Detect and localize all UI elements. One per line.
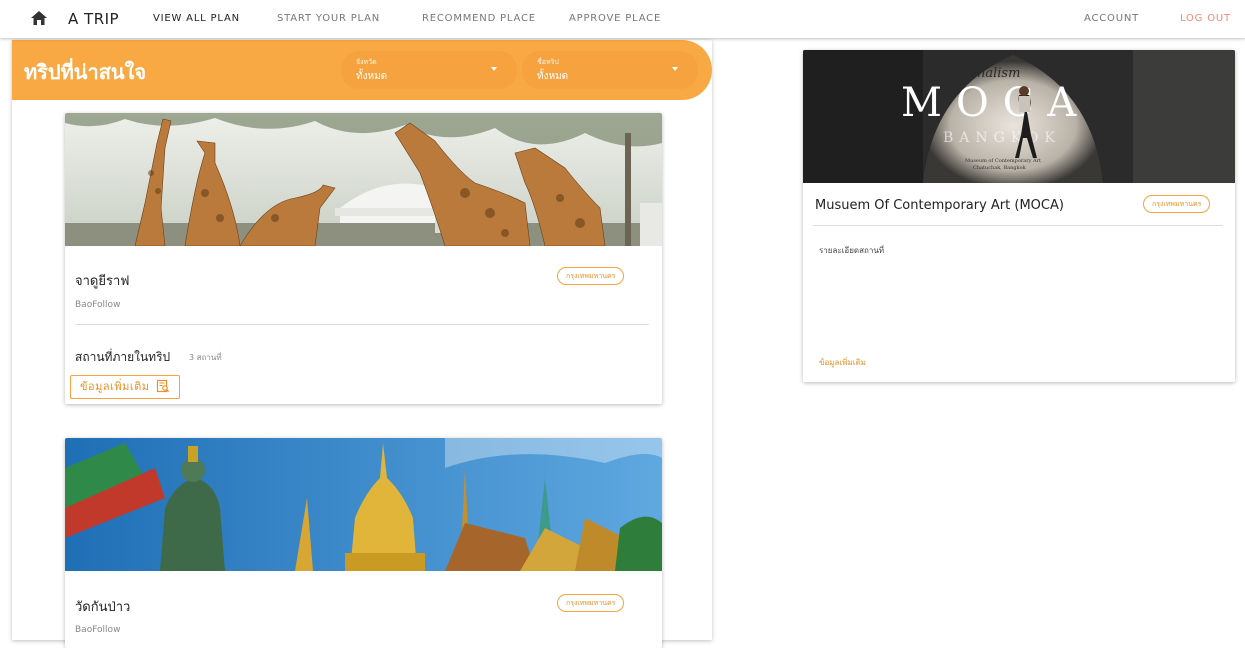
place-image-moca: Minimalism MOCA BANGKOK Museum of Contem… xyxy=(803,50,1235,183)
image-script-text: Minimalism xyxy=(942,66,1020,81)
home-icon[interactable] xyxy=(30,10,48,26)
image-city-text: BANGKOK xyxy=(943,130,1061,146)
province-chip: กรุงเทพมหานคร xyxy=(557,594,625,612)
trip-owner: BaoFollow xyxy=(75,625,121,635)
chevron-down-icon xyxy=(672,67,678,71)
image-caption-1: Museum of Contemporary Art xyxy=(965,158,1041,164)
card-divider xyxy=(75,324,649,325)
nav-account[interactable]: ACCOUNT xyxy=(1084,13,1139,24)
trip-image-giraffe xyxy=(65,113,662,246)
nav-logout[interactable]: LOG OUT xyxy=(1180,13,1231,24)
trip-owner: BaoFollow xyxy=(75,300,121,310)
province-select-value: ทั้งหมด xyxy=(356,71,388,82)
trip-name-select-label: ชื่อทริป xyxy=(537,58,559,66)
card-divider xyxy=(813,225,1223,226)
trip-card: จาดูยีราฟ กรุงเทพมหานคร BaoFollow สถานที… xyxy=(65,113,662,404)
province-select[interactable]: จังหวัด ทั้งหมด xyxy=(341,51,517,89)
top-navigation-bar: A TRIP VIEW ALL PLAN START YOUR PLAN REC… xyxy=(0,0,1245,38)
province-chip: กรุงเทพมหานคร xyxy=(1143,195,1211,213)
place-title: Musuem Of Contemporary Art (MOCA) xyxy=(815,198,1064,213)
province-select-label: จังหวัด xyxy=(356,58,377,66)
more-info-link[interactable]: ข้อมูลเพิ่มเติม xyxy=(819,356,866,369)
brand-name[interactable]: A TRIP xyxy=(68,10,119,28)
province-chip: กรุงเทพมหานคร xyxy=(557,267,625,285)
places-label: สถานที่ภายในทริป xyxy=(75,350,171,364)
places-count: 3 สถานที่ xyxy=(189,353,222,362)
nav-recommend-place[interactable]: RECOMMEND PLACE xyxy=(422,13,536,24)
trip-image-temple xyxy=(65,438,662,571)
trip-name: วัดกันป่าว xyxy=(75,600,131,615)
more-info-button-label: ข้อมูลเพิ่มเติม xyxy=(80,380,150,393)
nav-view-all-plan[interactable]: VIEW ALL PLAN xyxy=(153,13,240,24)
filter-bar: ทริปที่น่าสนใจ จังหวัด ทั้งหมด ชื่อทริป … xyxy=(12,40,712,100)
image-big-text: MOCA xyxy=(901,80,1090,126)
trip-card: วัดกันป่าว กรุงเทพมหานคร BaoFollow xyxy=(65,438,662,648)
trip-name-select-value: ทั้งหมด xyxy=(537,71,569,82)
image-caption-2: Chatuchak, Bangkok xyxy=(973,165,1027,171)
trip-name: จาดูยีราฟ xyxy=(75,274,130,289)
more-info-button[interactable]: ข้อมูลเพิ่มเติม xyxy=(70,375,180,399)
place-card: Minimalism MOCA BANGKOK Museum of Contem… xyxy=(803,50,1235,382)
trip-name-select[interactable]: ชื่อทริป ทั้งหมด xyxy=(522,51,698,89)
nav-approve-place[interactable]: APPROVE PLACE xyxy=(569,13,661,24)
chevron-down-icon xyxy=(491,67,497,71)
nav-start-your-plan[interactable]: START YOUR PLAN xyxy=(277,13,380,24)
document-search-icon xyxy=(156,379,169,393)
place-detail: รายละเอียดสถานที่ xyxy=(819,246,885,255)
section-title: ทริปที่น่าสนใจ xyxy=(24,60,147,84)
